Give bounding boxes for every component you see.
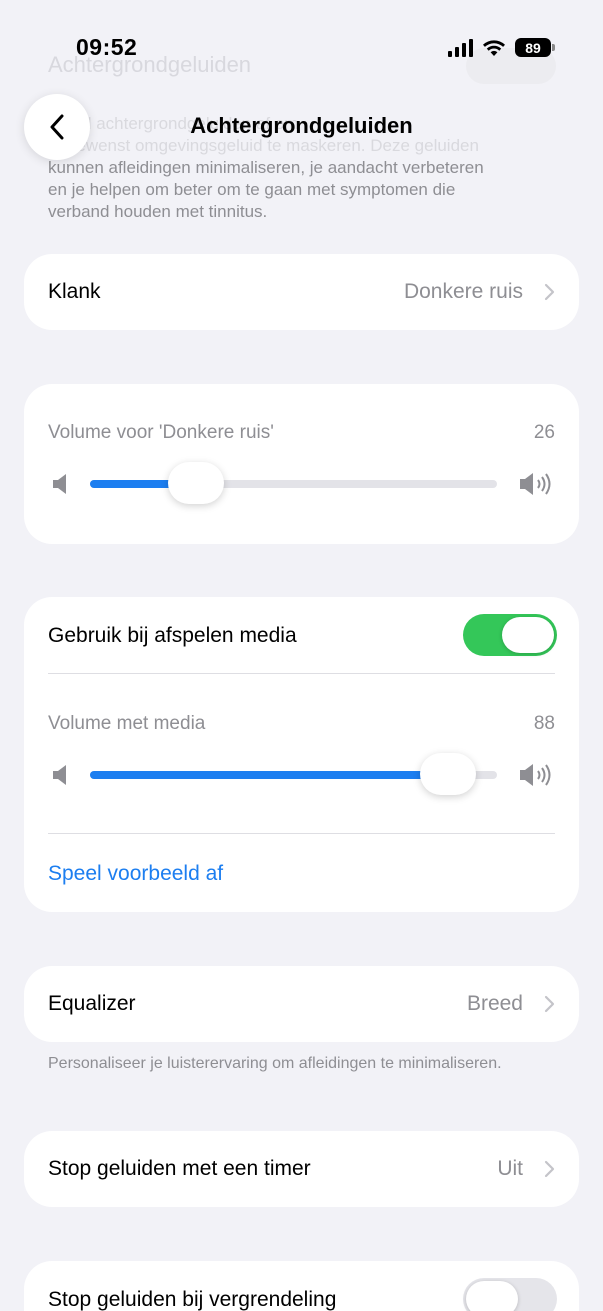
media-toggle-knob	[502, 617, 554, 653]
lock-toggle-knob	[466, 1281, 518, 1311]
lock-row: Stop geluiden bij vergrendeling	[24, 1261, 579, 1311]
media-volume-label: Volume met media	[48, 713, 206, 734]
sound-row[interactable]: Klank Donkere ruis	[24, 254, 579, 330]
media-volume-slider-thumb[interactable]	[420, 753, 477, 795]
lock-label: Stop geluiden bij vergrendeling	[48, 1288, 337, 1311]
media-volume-slider-fill	[90, 771, 449, 779]
media-card: Gebruik bij afspelen media Volume met me…	[24, 597, 579, 912]
speaker-low-icon	[53, 474, 66, 494]
screen: Achtergrondgeluiden Speel achtergrondgel…	[0, 0, 603, 1311]
chevron-right-icon	[544, 1160, 555, 1178]
cellular-signal-icon	[448, 38, 473, 57]
speaker-high-icon	[520, 473, 551, 495]
wifi-icon	[483, 39, 505, 56]
chevron-right-icon	[544, 995, 555, 1013]
equalizer-footnote: Personaliseer je luisterervaring om afle…	[48, 1055, 502, 1072]
page-title: Achtergrondgeluiden	[190, 113, 413, 138]
equalizer-value: Breed	[466, 992, 523, 1015]
divider	[48, 833, 555, 834]
timer-value: Uit	[497, 1157, 523, 1180]
media-volume-slider[interactable]	[90, 753, 497, 795]
status-icons: 89	[448, 38, 555, 57]
lock-toggle[interactable]	[463, 1278, 557, 1311]
divider	[48, 673, 555, 674]
volume-label: Volume voor 'Donkere ruis'	[48, 422, 274, 443]
chevron-right-icon	[544, 283, 555, 301]
speaker-low-icon	[53, 765, 66, 785]
timer-row[interactable]: Stop geluiden met een timer Uit	[24, 1131, 579, 1207]
status-time: 09:52	[76, 34, 138, 60]
equalizer-row[interactable]: Equalizer Breed	[24, 966, 579, 1042]
intro-line: kunnen afleidingen minimaliseren, je aan…	[48, 158, 484, 177]
intro-line: verband houden met tinnitus.	[48, 202, 268, 221]
volume-slider-thumb[interactable]	[167, 462, 224, 504]
media-toggle-label: Gebruik bij afspelen media	[48, 624, 297, 647]
volume-slider[interactable]	[90, 462, 497, 504]
speaker-high-icon	[520, 764, 551, 786]
battery-icon: 89	[515, 38, 555, 57]
sound-label: Klank	[48, 280, 101, 303]
media-volume-value: 88	[533, 713, 555, 734]
volume-value: 26	[533, 422, 555, 443]
intro-line: en je helpen om beter om te gaan met sym…	[48, 180, 456, 199]
volume-card: Volume voor 'Donkere ruis' 26	[24, 384, 579, 544]
media-toggle[interactable]	[463, 614, 557, 656]
play-preview-link[interactable]: Speel voorbeeld af	[48, 862, 223, 886]
sound-value: Donkere ruis	[403, 280, 523, 303]
equalizer-label: Equalizer	[48, 992, 136, 1015]
timer-label: Stop geluiden met een timer	[48, 1157, 311, 1180]
